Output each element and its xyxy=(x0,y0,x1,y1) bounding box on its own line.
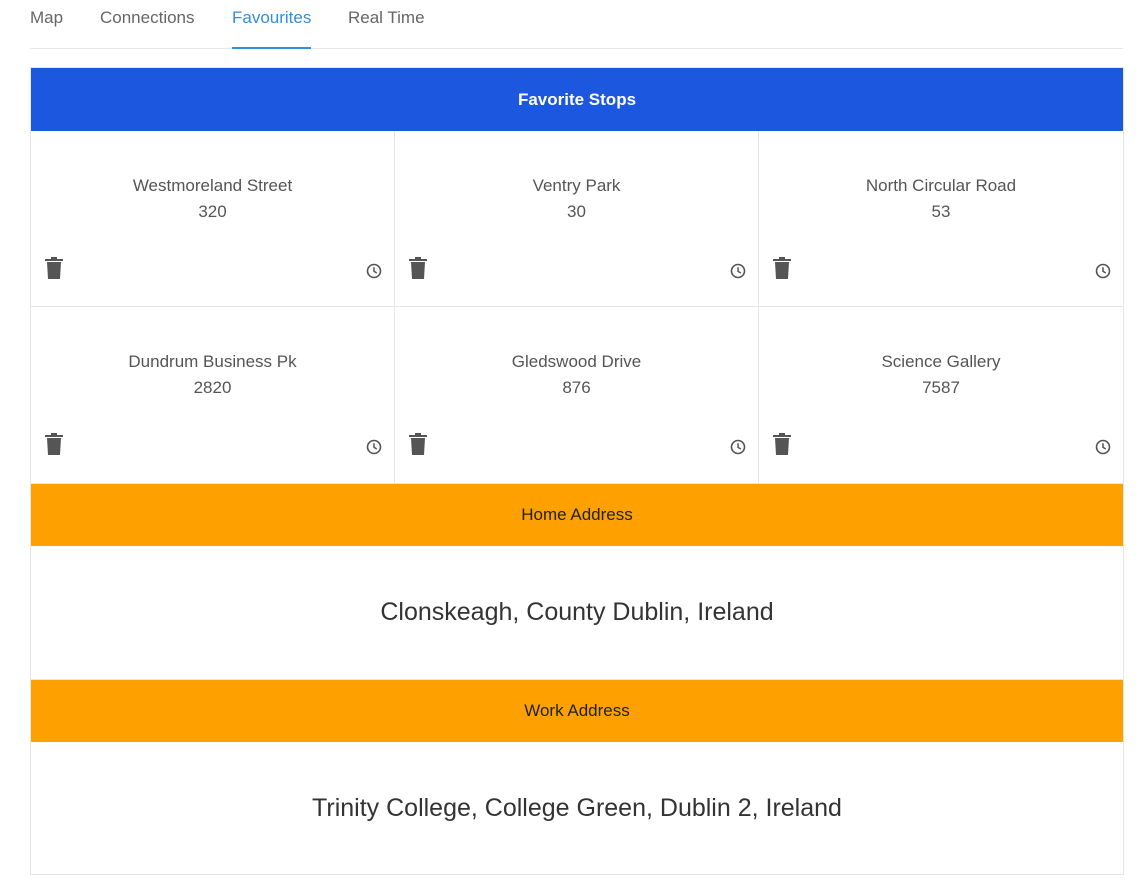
stop-name: Gledswood Drive xyxy=(511,352,642,371)
stop-code: 320 xyxy=(198,202,227,221)
clock-icon[interactable] xyxy=(366,263,382,279)
stop-card: Gledswood Drive 876 xyxy=(395,307,759,483)
tab-connections[interactable]: Connections xyxy=(100,8,195,49)
trash-icon[interactable] xyxy=(773,257,791,279)
trash-icon[interactable] xyxy=(409,433,427,455)
clock-icon[interactable] xyxy=(1095,439,1111,455)
favorite-stops-header: Favorite Stops xyxy=(31,68,1123,131)
clock-icon[interactable] xyxy=(1095,263,1111,279)
stop-card: Dundrum Business Pk 2820 xyxy=(31,307,395,483)
stop-card: North Circular Road 53 xyxy=(759,131,1123,307)
tab-favourites[interactable]: Favourites xyxy=(232,8,312,49)
stop-name: Ventry Park xyxy=(532,176,621,195)
clock-icon[interactable] xyxy=(730,263,746,279)
home-address-text: Clonskeagh, County Dublin, Ireland xyxy=(380,598,774,626)
trash-icon[interactable] xyxy=(45,433,63,455)
work-address-header: Work Address xyxy=(31,680,1123,742)
clock-icon[interactable] xyxy=(366,439,382,455)
work-address-text: Trinity College, College Green, Dublin 2… xyxy=(312,794,842,822)
stop-name: North Circular Road xyxy=(865,176,1017,195)
tab-real-time[interactable]: Real Time xyxy=(348,8,425,49)
stop-name: Science Gallery xyxy=(881,352,1001,371)
stop-card: Science Gallery 7587 xyxy=(759,307,1123,483)
home-address-card: Home Address Clonskeagh, County Dublin, … xyxy=(30,483,1124,680)
stop-card: Westmoreland Street 320 xyxy=(31,131,395,307)
stop-code: 53 xyxy=(931,202,951,221)
stop-code: 7587 xyxy=(922,378,960,397)
trash-icon[interactable] xyxy=(773,433,791,455)
trash-icon[interactable] xyxy=(409,257,427,279)
tab-map[interactable]: Map xyxy=(30,8,63,49)
stop-code: 30 xyxy=(567,202,586,221)
home-address-header: Home Address xyxy=(31,484,1123,546)
favorite-stops-grid: Westmoreland Street 320 Ventry Park 30 N… xyxy=(31,131,1123,484)
trash-icon[interactable] xyxy=(45,257,63,279)
work-address-card: Work Address Trinity College, College Gr… xyxy=(30,679,1124,875)
stop-code: 2820 xyxy=(193,378,232,397)
stop-code: 876 xyxy=(562,378,591,397)
favorite-stops-card: Favorite Stops Westmoreland Street 320 V… xyxy=(30,67,1124,484)
stop-card: Ventry Park 30 xyxy=(395,131,759,307)
clock-icon[interactable] xyxy=(730,439,746,455)
stop-name: Dundrum Business Pk xyxy=(128,352,297,371)
stop-name: Westmoreland Street xyxy=(132,176,293,195)
nav-tabs: Map Connections Favourites Real Time xyxy=(30,0,1123,49)
